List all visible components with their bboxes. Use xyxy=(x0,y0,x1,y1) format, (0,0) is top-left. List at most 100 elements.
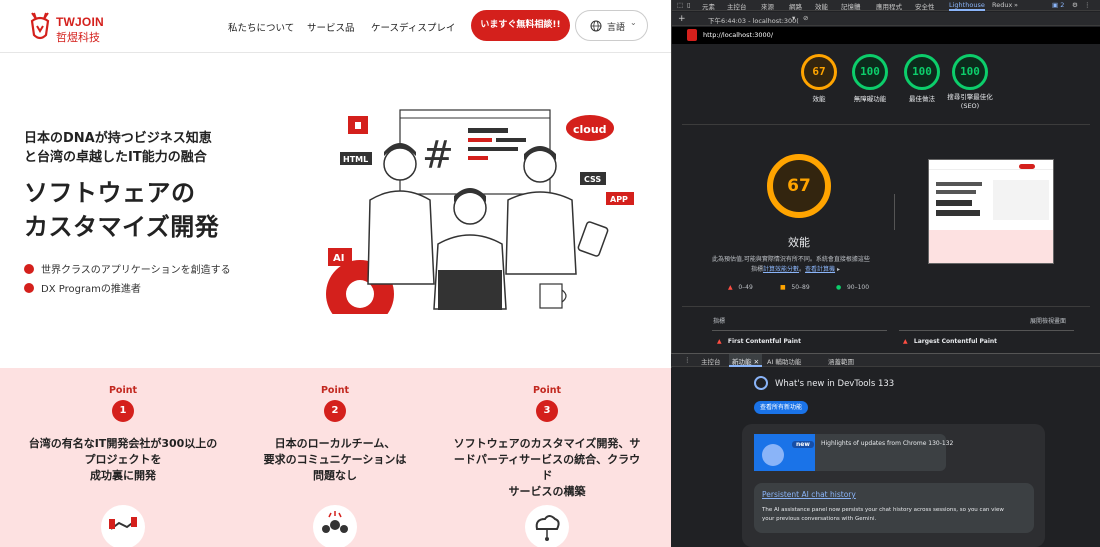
divider xyxy=(682,124,1090,125)
performance-gauge: 67 xyxy=(767,154,831,218)
expand-view-toggle[interactable]: 展開檢視畫面 xyxy=(1030,316,1066,325)
report-selector[interactable]: 下午6:44:03 - localhost:300( xyxy=(708,15,799,25)
tab-network[interactable]: 網路 xyxy=(789,1,802,11)
metrics-heading: 指標 xyxy=(713,318,726,325)
ai-tag-label: AI xyxy=(333,253,344,264)
point-card-1: Point 1 台湾の有名なIT開発会社が300以上の プロジェクトを 成功裏に… xyxy=(17,368,229,484)
hero-subtitle-line1: 日本のDNAが持つビジネス知恵 xyxy=(24,131,212,146)
inspect-icon[interactable]: ⬚ xyxy=(677,1,683,9)
score-label: 無障礙功能 xyxy=(853,95,887,103)
point-text: 台湾の有名なIT開発会社が300以上の プロジェクトを 成功裏に開発 xyxy=(28,437,218,482)
point-number: 1 xyxy=(112,400,134,422)
language-label: 言語 xyxy=(607,23,626,33)
drawer-tab-console[interactable]: 主控台 xyxy=(701,356,721,366)
whats-new-title: What's new in DevTools 133 xyxy=(775,379,895,389)
svg-text:#: # xyxy=(422,133,454,177)
hero-bullet-text: DX Programの推進者 xyxy=(41,284,141,295)
chrome-devtools-logo-icon xyxy=(754,376,768,390)
tab-sources[interactable]: 來源 xyxy=(761,1,774,11)
score-seo[interactable]: 100 搜尋引擎最佳化 (SEO) xyxy=(942,54,998,111)
css-tag-label: CSS xyxy=(584,175,601,184)
highlights-title[interactable]: Highlights of updates from Chrome 130-13… xyxy=(821,440,953,447)
website-viewport: TWJOIN 哲煜科技 私たちについて サービス品 ケースディスプレイ いますぐ… xyxy=(0,0,671,547)
point-number: 3 xyxy=(536,400,558,422)
point-number: 2 xyxy=(324,400,346,422)
chevron-down-icon: ▾ xyxy=(792,14,796,22)
drawer-tab-whats-new[interactable]: 新功能 ✕ xyxy=(729,354,763,367)
bullet-dot-icon xyxy=(24,264,34,274)
drawer-menu-icon[interactable]: ⋮ xyxy=(684,356,691,364)
new-badge: new xyxy=(792,441,814,448)
tab-application[interactable]: 應用程式 xyxy=(876,1,902,11)
kebab-menu-icon[interactable]: ⋮ xyxy=(1084,1,1091,9)
performance-title: 效能 xyxy=(788,236,810,249)
hero-title-line1: ソフトウェアの xyxy=(24,179,196,207)
metric-lcp: ▲ Largest Contentful Paint xyxy=(903,338,998,345)
free-consult-button[interactable]: いますぐ無料相談!! xyxy=(471,10,570,41)
point-label: Point xyxy=(532,385,562,396)
calculator-link[interactable]: 查看計算機 xyxy=(805,266,835,273)
tab-elements[interactable]: 元素 xyxy=(702,1,715,11)
tab-console[interactable]: 主控台 xyxy=(727,1,747,11)
feature-description-line1: The AI assistance panel now persists you… xyxy=(762,507,1004,513)
legend-average: ■ 50–89 xyxy=(780,284,810,291)
score-value: 100 xyxy=(904,54,940,90)
clear-icon[interactable]: ⊘ xyxy=(803,14,808,22)
legend-fail: ▲ 0–49 xyxy=(728,284,753,291)
score-value: 67 xyxy=(801,54,837,90)
legend-pass: ● 90–100 xyxy=(836,284,870,291)
hero-subtitle: 日本のDNAが持つビジネス知恵 と台湾の卓越したIT能力の融合 xyxy=(24,129,212,167)
cloud-network-icon xyxy=(525,505,569,547)
nav-case-display[interactable]: ケースディスプレイ xyxy=(371,20,455,34)
lighthouse-logo-icon xyxy=(687,29,697,41)
nav-about[interactable]: 私たちについて xyxy=(228,20,294,34)
score-value: 100 xyxy=(852,54,888,90)
score-best-practices[interactable]: 100 最佳做法 xyxy=(900,54,944,103)
twjoin-logo[interactable]: TWJOIN 哲煜科技 xyxy=(28,9,108,45)
hero-title: ソフトウェアの カスタマイズ開発 xyxy=(24,176,219,244)
site-header: TWJOIN 哲煜科技 私たちについて サービス品 ケースディスプレイ いますぐ… xyxy=(0,0,671,53)
gear-icon[interactable]: ⚙ xyxy=(1072,1,1078,9)
drawer-tab-coverage[interactable]: 涵蓋範圍 xyxy=(828,356,854,366)
tab-memory[interactable]: 記憶體 xyxy=(841,1,861,11)
logo-chinese-name: 哲煜科技 xyxy=(56,31,100,44)
feature-title-link[interactable]: Persistent AI chat history xyxy=(762,490,856,499)
devtools-tab-bar: ⬚ ▯ 元素 主控台 來源 網路 效能 記憶體 應用程式 安全性 Lightho… xyxy=(672,0,1100,11)
close-icon: ✕ xyxy=(753,358,760,366)
language-selector[interactable]: 言語 ⌄ xyxy=(575,10,648,41)
point-label: Point xyxy=(320,385,350,396)
highlights-video-thumbnail[interactable]: new xyxy=(754,434,815,471)
tab-security[interactable]: 安全性 xyxy=(915,1,935,11)
divider xyxy=(682,306,1090,307)
drawer-tab-ai-assistance[interactable]: AI 輔助功能 xyxy=(767,356,801,366)
score-performance[interactable]: 67 效能 xyxy=(799,54,839,103)
tab-redux[interactable]: Redux xyxy=(992,1,1012,9)
score-label: 最佳做法 xyxy=(909,95,935,103)
drawer-tab-bar: ⋮ 主控台 新功能 ✕ AI 輔助功能 涵蓋範圍 xyxy=(671,353,1100,367)
globe-icon xyxy=(590,20,602,32)
metric-fcp: ▲ First Contentful Paint xyxy=(717,338,801,345)
html-tag-label: HTML xyxy=(343,155,368,164)
score-accessibility[interactable]: 100 無障礙功能 xyxy=(845,54,895,103)
report-url[interactable]: http://localhost:3000/ xyxy=(703,31,773,39)
issues-badge[interactable]: ▣ 2 xyxy=(1052,1,1064,9)
divider xyxy=(894,194,895,230)
device-toggle-icon[interactable]: ▯ xyxy=(687,1,691,9)
see-all-features-button[interactable]: 查看所有新功能 xyxy=(754,401,809,414)
lighthouse-toolbar: + 下午6:44:03 - localhost:300( ▾ ⊘ xyxy=(672,12,1100,26)
score-label: 搜尋引擎最佳化 (SEO) xyxy=(947,93,993,110)
page-screenshot-thumbnail[interactable] xyxy=(928,159,1054,264)
cloud-label: cloud xyxy=(573,123,607,136)
tab-lighthouse[interactable]: Lighthouse xyxy=(949,1,985,11)
calc-score-link[interactable]: 計算效能分數 xyxy=(763,266,799,273)
point-card-3: Point 3 ソフトウェアのカスタマイズ開発、サ ードパーティサービスの統合、… xyxy=(441,368,653,500)
add-report-icon[interactable]: + xyxy=(678,14,686,24)
developers-illustration: # HTML cloud CSS APP AI xyxy=(326,109,634,314)
more-tabs-icon[interactable]: » xyxy=(1014,1,1018,9)
point-label: Point xyxy=(108,385,138,396)
point-text: ソフトウェアのカスタマイズ開発、サ ードパーティサービスの統合、クラウ ド サー… xyxy=(453,437,641,498)
nav-services[interactable]: サービス品 xyxy=(307,20,355,34)
feature-description-line2: your previous conversations with Gemini. xyxy=(762,516,877,522)
tab-performance[interactable]: 效能 xyxy=(815,1,828,11)
score-value: 100 xyxy=(952,54,988,90)
